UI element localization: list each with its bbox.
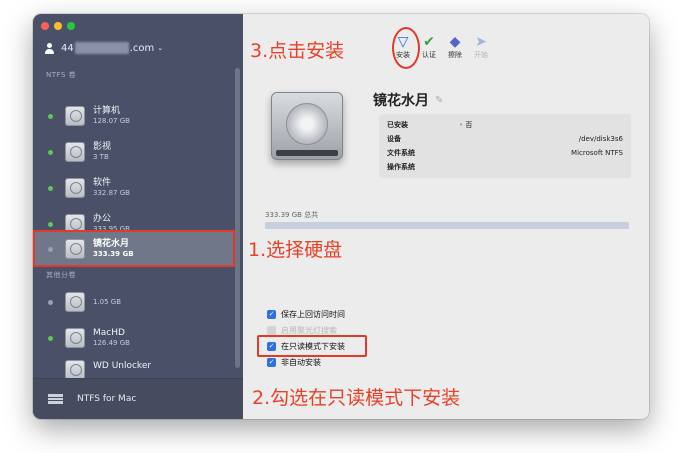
- mounted-indicator: [48, 113, 53, 119]
- user-icon: [44, 42, 55, 54]
- start-button[interactable]: ➤ 开始: [471, 34, 491, 60]
- disk-icon: [65, 360, 85, 378]
- drive-name: 影视: [93, 142, 112, 152]
- disk-icon: [65, 292, 85, 312]
- drive-item[interactable]: 计算机 128.07 GB: [33, 98, 235, 134]
- info-row: 操作系统: [387, 160, 623, 174]
- capacity-bar: [265, 222, 629, 229]
- erase-button[interactable]: ◆ 擦除: [445, 34, 465, 60]
- info-key: 文件系统: [387, 149, 415, 157]
- disk-icon: [65, 178, 85, 198]
- checkbox[interactable]: ✓: [267, 309, 276, 319]
- info-row: 已安装 • 否: [387, 118, 623, 132]
- mounted-indicator: [48, 335, 53, 341]
- drive-item[interactable]: 软件 332.87 GB: [33, 170, 235, 206]
- info-value: • 否: [459, 121, 473, 129]
- ntfs-window: 44 .com ⌄ NTFS 卷 计算机 128.07 GB 影视 3 TB 软件 3…: [33, 14, 649, 419]
- section-other: 其他分卷: [46, 271, 76, 279]
- drive-item[interactable]: 1.05 GB: [33, 284, 235, 320]
- drive-item[interactable]: WD Unlocker: [33, 354, 235, 378]
- checkbox[interactable]: ✓: [267, 357, 276, 367]
- info-key: 已安装: [387, 121, 408, 129]
- annotation-step3: 3.点击安装: [250, 40, 345, 62]
- account-menu[interactable]: 44 .com ⌄: [44, 42, 163, 54]
- drive-name: 软件: [93, 178, 112, 188]
- sidebar-scrollbar[interactable]: [235, 68, 240, 368]
- drive-name: MacHD: [93, 328, 125, 338]
- account-suffix: .com: [129, 42, 155, 54]
- chevron-down-icon: ⌄: [157, 44, 164, 52]
- paper-plane-icon: ➤: [475, 34, 487, 50]
- drive-title-text: 镜花水月: [373, 93, 429, 109]
- annotation-circle: [392, 27, 420, 69]
- info-key: 设备: [387, 135, 401, 143]
- zoom-button[interactable]: [67, 22, 75, 30]
- option-label: 保存上回访问时间: [281, 309, 345, 319]
- annotation-step1: 1.选择硬盘: [248, 239, 343, 261]
- drive-size: 1.05 GB: [93, 297, 122, 306]
- drive-item[interactable]: 影视 3 TB: [33, 134, 235, 170]
- disk-icon: [65, 142, 85, 162]
- sidebar: 44 .com ⌄ NTFS 卷 计算机 128.07 GB 影视 3 TB 软件 3…: [33, 14, 243, 419]
- redacted-mask: [74, 42, 129, 54]
- checkmark-icon: ✔: [423, 34, 435, 50]
- mounted-indicator: [48, 221, 53, 227]
- annotation-box-drive: [33, 230, 235, 267]
- minimize-button[interactable]: [54, 22, 62, 30]
- window-controls: [41, 22, 75, 30]
- eraser-icon: ◆: [449, 34, 461, 50]
- info-value: Microsoft NTFS: [571, 149, 623, 157]
- ntfs-logo-icon: [48, 394, 63, 404]
- info-row: 文件系统 Microsoft NTFS: [387, 146, 623, 160]
- erase-label: 擦除: [448, 51, 462, 59]
- checkbox[interactable]: ✓: [267, 325, 276, 335]
- info-key: 操作系统: [387, 163, 415, 171]
- drive-name: 办公: [93, 214, 112, 224]
- annotation-box-option: [257, 335, 367, 357]
- option-save-access-time[interactable]: ✓ 保存上回访问时间: [267, 306, 345, 322]
- drive-info-table: 已安装 • 否 设备 /dev/disk3s6 文件系统 Microsoft N…: [379, 114, 631, 178]
- close-button[interactable]: [41, 22, 49, 30]
- account-prefix: 44: [61, 42, 74, 54]
- unmounted-indicator: [48, 299, 53, 305]
- mounted-indicator: [48, 149, 53, 155]
- drive-size: 126.49 GB: [93, 339, 130, 347]
- drive-size: 3 TB: [93, 153, 109, 161]
- verify-label: 认证: [422, 51, 436, 59]
- info-value: /dev/disk3s6: [578, 135, 623, 143]
- option-label: 非自动安装: [281, 357, 321, 367]
- section-ntfs: NTFS 卷: [46, 71, 77, 79]
- disk-icon: [65, 328, 85, 348]
- drive-name: WD Unlocker: [93, 361, 152, 371]
- verify-button[interactable]: ✔ 认证: [419, 34, 439, 60]
- drive-title: 镜花水月 ✎: [373, 90, 443, 110]
- capacity-label: 333.39 GB 总共: [265, 211, 319, 219]
- info-row: 设备 /dev/disk3s6: [387, 132, 623, 146]
- drive-item[interactable]: MacHD 126.49 GB: [33, 320, 235, 356]
- pencil-icon[interactable]: ✎: [435, 95, 443, 106]
- start-label: 开始: [474, 51, 488, 59]
- hard-drive-icon: [271, 92, 343, 160]
- drive-size: 128.07 GB: [93, 117, 130, 125]
- drive-name: 计算机: [93, 106, 121, 116]
- annotation-step2: 2.勾选在只读模式下安装: [252, 387, 461, 409]
- option-label: 启用聚光灯搜索: [281, 325, 337, 335]
- drive-size: 332.87 GB: [93, 189, 130, 197]
- mounted-indicator: [48, 185, 53, 191]
- account-email: 44 .com ⌄: [61, 42, 163, 54]
- footer-label: NTFS for Mac: [77, 394, 137, 404]
- disk-icon: [65, 106, 85, 126]
- sidebar-footer: NTFS for Mac: [33, 378, 243, 419]
- detail-panel: ▽ 安装 ✔ 认证 ◆ 擦除 ➤ 开始 镜花水月 ✎ 已安装 • 否 设备 /d…: [243, 14, 649, 419]
